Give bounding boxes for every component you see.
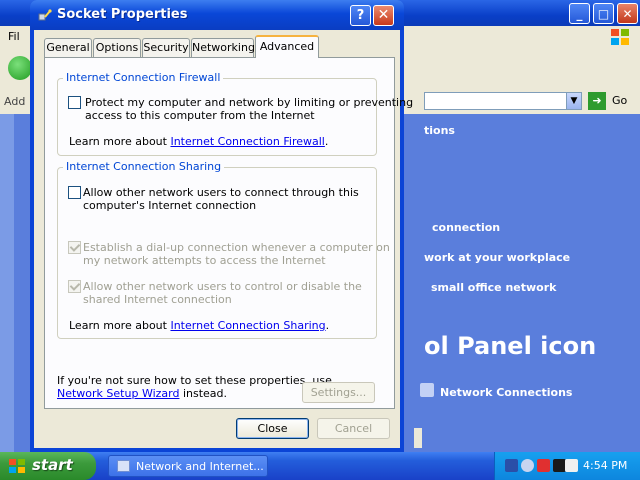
dialog-titlebar[interactable]: Socket Properties ? ✕: [30, 0, 404, 30]
background-task-pane: [0, 114, 14, 452]
allow-control-checkbox[interactable]: [68, 280, 81, 293]
protect-network-checkbox[interactable]: [68, 96, 81, 109]
close-button[interactable]: Close: [236, 418, 309, 439]
allow-connect-checkbox[interactable]: [68, 186, 81, 199]
setup-note-line2: Network Setup Wizard instead.: [57, 387, 227, 400]
start-button[interactable]: start: [0, 452, 96, 480]
speaker-tray-icon[interactable]: [521, 459, 534, 472]
go-button[interactable]: ➜ Go: [588, 92, 636, 110]
start-label: start: [32, 456, 73, 474]
sharing-learn-more: Learn more about Internet Connection Sha…: [69, 319, 329, 332]
allow-control-label-line1: Allow other network users to control or …: [83, 280, 362, 293]
network-tray-icon[interactable]: [505, 459, 518, 472]
folder-window-icon: [117, 460, 130, 472]
cancel-button[interactable]: Cancel: [317, 418, 390, 439]
network-connections-icon: [420, 383, 434, 397]
taskbar-button-network-and-internet[interactable]: Network and Internet...: [108, 455, 268, 477]
background-status-edge: [414, 428, 422, 448]
task-link-small-office[interactable]: small office network: [431, 281, 556, 294]
dialog-title: Socket Properties: [57, 7, 188, 22]
network-setup-wizard-link[interactable]: Network Setup Wizard: [57, 387, 179, 400]
dialup-label-line2: my network attempts to access the Intern…: [83, 254, 326, 267]
firewall-help-link[interactable]: Internet Connection Firewall: [170, 135, 324, 148]
system-tray: 4:54 PM: [494, 452, 640, 480]
back-arrow-icon[interactable]: [8, 56, 32, 80]
task-link-connection[interactable]: connection: [432, 221, 500, 234]
task-link-connections[interactable]: tions: [424, 124, 455, 137]
allow-control-label-line2: shared Internet connection: [83, 293, 232, 306]
address-input[interactable]: [424, 92, 582, 110]
minimize-button[interactable]: _: [569, 3, 590, 24]
dialup-checkbox[interactable]: [68, 241, 81, 254]
sharing-learn-prefix: Learn more about: [69, 319, 171, 332]
settings-button[interactable]: Settings...: [302, 382, 375, 403]
firewall-learn-suffix: .: [324, 135, 329, 148]
firewall-group-label: Internet Connection Firewall: [63, 71, 224, 84]
control-panel-icon-heading: ol Panel icon: [424, 332, 597, 360]
setup-note-line1: If you're not sure how to set these prop…: [57, 374, 332, 387]
protect-network-label-line2: access to this computer from the Interne…: [85, 109, 315, 122]
setup-note-suffix: instead.: [179, 387, 228, 400]
maximize-button[interactable]: □: [593, 3, 614, 24]
windows-flag-icon: [611, 29, 629, 45]
tab-general[interactable]: General: [44, 38, 92, 57]
go-label: Go: [612, 94, 628, 107]
security-tray-icon[interactable]: [537, 459, 550, 472]
windows-logo-icon: [9, 459, 25, 473]
close-x-button[interactable]: ✕: [373, 5, 394, 26]
address-label: Add: [4, 95, 26, 108]
clock[interactable]: 4:54 PM: [583, 459, 627, 472]
protect-network-label-line1: Protect my computer and network by limit…: [85, 96, 414, 109]
firewall-learn-prefix: Learn more about: [69, 135, 171, 148]
network-socket-icon: [38, 9, 52, 21]
tab-options[interactable]: Options: [93, 38, 141, 57]
firewall-learn-more: Learn more about Internet Connection Fir…: [69, 135, 328, 148]
network-connections-link[interactable]: Network Connections: [440, 386, 572, 399]
tab-networking[interactable]: Networking: [191, 38, 255, 57]
background-close-button[interactable]: ✕: [617, 3, 638, 24]
file-menu[interactable]: Fil: [8, 30, 20, 43]
keyboard-tray-icon[interactable]: [565, 459, 578, 472]
allow-connect-label-line2: computer's Internet connection: [83, 199, 257, 212]
help-button[interactable]: ?: [350, 5, 371, 26]
taskbar-button-label: Network and Internet...: [136, 460, 264, 473]
dialup-label-line1: Establish a dial-up connection whenever …: [83, 241, 390, 254]
sharing-learn-suffix: .: [325, 319, 330, 332]
go-arrow-icon: ➜: [588, 92, 606, 110]
sharing-help-link[interactable]: Internet Connection Sharing: [170, 319, 325, 332]
task-link-workplace[interactable]: work at your workplace: [424, 251, 570, 264]
sharing-group-label: Internet Connection Sharing: [63, 160, 225, 173]
chevron-down-icon[interactable]: ▼: [566, 93, 581, 109]
tab-security[interactable]: Security: [142, 38, 190, 57]
tab-advanced[interactable]: Advanced: [255, 35, 319, 58]
allow-connect-label-line1: Allow other network users to connect thr…: [83, 186, 359, 199]
